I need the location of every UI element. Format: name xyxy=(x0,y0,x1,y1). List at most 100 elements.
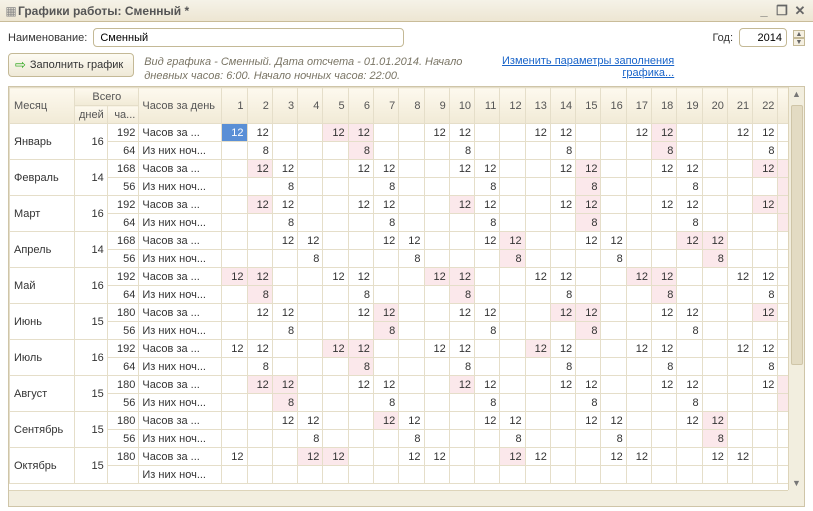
night-cell[interactable] xyxy=(475,430,500,448)
night-cell[interactable]: 8 xyxy=(298,430,323,448)
hours-cell[interactable] xyxy=(298,268,323,286)
night-cell[interactable] xyxy=(222,142,247,160)
night-cell[interactable] xyxy=(449,178,474,196)
hours-cell[interactable] xyxy=(298,340,323,358)
table-row[interactable]: 56Из них ноч...88888 xyxy=(10,430,804,448)
hours-cell[interactable]: 12 xyxy=(702,448,727,466)
hours-cell[interactable]: 12 xyxy=(601,232,626,250)
night-cell[interactable] xyxy=(500,466,525,484)
hours-cell[interactable]: 12 xyxy=(576,160,601,178)
hours-cell[interactable]: 12 xyxy=(753,376,778,394)
col-hours-per-day[interactable]: Часов за день xyxy=(139,88,222,124)
night-cell[interactable] xyxy=(222,286,247,304)
night-cell[interactable]: 8 xyxy=(373,394,398,412)
hours-cell[interactable] xyxy=(727,376,752,394)
hours-cell[interactable]: 12 xyxy=(247,160,272,178)
night-cell[interactable] xyxy=(652,178,677,196)
hours-cell[interactable]: 12 xyxy=(247,268,272,286)
night-cell[interactable] xyxy=(652,430,677,448)
hours-cell[interactable] xyxy=(500,340,525,358)
hours-cell[interactable] xyxy=(652,232,677,250)
night-cell[interactable]: 8 xyxy=(601,250,626,268)
hours-cell[interactable]: 12 xyxy=(550,196,575,214)
table-row[interactable]: 56Из них ноч...888888 xyxy=(10,394,804,412)
hours-cell[interactable]: 12 xyxy=(424,124,449,142)
hours-cell[interactable] xyxy=(399,196,424,214)
hours-cell[interactable] xyxy=(727,196,752,214)
hours-cell[interactable] xyxy=(222,196,247,214)
night-cell[interactable] xyxy=(298,466,323,484)
night-cell[interactable]: 8 xyxy=(576,214,601,232)
hours-cell[interactable]: 12 xyxy=(626,268,651,286)
night-cell[interactable]: 8 xyxy=(272,322,297,340)
hours-cell[interactable]: 12 xyxy=(373,412,398,430)
night-cell[interactable] xyxy=(247,466,272,484)
night-cell[interactable] xyxy=(601,358,626,376)
table-row[interactable]: 64Из них ноч...888888 xyxy=(10,214,804,232)
hours-cell[interactable]: 12 xyxy=(652,340,677,358)
hours-cell[interactable] xyxy=(323,196,348,214)
hours-cell[interactable] xyxy=(424,232,449,250)
hours-cell[interactable]: 12 xyxy=(348,304,373,322)
night-cell[interactable] xyxy=(222,358,247,376)
night-cell[interactable] xyxy=(702,214,727,232)
spinner-down-icon[interactable]: ▼ xyxy=(793,38,805,46)
hours-cell[interactable] xyxy=(222,160,247,178)
night-cell[interactable]: 8 xyxy=(475,214,500,232)
hours-cell[interactable] xyxy=(550,412,575,430)
hours-cell[interactable] xyxy=(222,232,247,250)
night-cell[interactable] xyxy=(626,466,651,484)
hours-cell[interactable] xyxy=(727,412,752,430)
night-cell[interactable] xyxy=(500,178,525,196)
night-cell[interactable] xyxy=(247,250,272,268)
night-cell[interactable]: 8 xyxy=(373,214,398,232)
hours-cell[interactable]: 12 xyxy=(348,268,373,286)
night-cell[interactable] xyxy=(323,466,348,484)
night-cell[interactable] xyxy=(222,466,247,484)
night-cell[interactable]: 8 xyxy=(500,250,525,268)
night-cell[interactable] xyxy=(247,178,272,196)
hours-cell[interactable] xyxy=(323,232,348,250)
night-cell[interactable]: 8 xyxy=(272,178,297,196)
night-cell[interactable] xyxy=(626,286,651,304)
night-cell[interactable] xyxy=(525,286,550,304)
night-cell[interactable] xyxy=(272,142,297,160)
hours-cell[interactable]: 12 xyxy=(399,412,424,430)
hours-cell[interactable]: 12 xyxy=(753,340,778,358)
hours-cell[interactable]: 12 xyxy=(677,304,702,322)
hours-cell[interactable] xyxy=(348,412,373,430)
hours-cell[interactable]: 12 xyxy=(652,196,677,214)
hours-cell[interactable]: 12 xyxy=(373,196,398,214)
hours-cell[interactable]: 12 xyxy=(475,376,500,394)
hours-cell[interactable] xyxy=(298,304,323,322)
night-cell[interactable]: 8 xyxy=(550,358,575,376)
night-cell[interactable]: 8 xyxy=(247,142,272,160)
hours-cell[interactable] xyxy=(525,376,550,394)
table-row[interactable]: 64Из них ноч...888888 xyxy=(10,286,804,304)
hours-cell[interactable]: 12 xyxy=(576,376,601,394)
night-cell[interactable] xyxy=(727,466,752,484)
night-cell[interactable] xyxy=(449,430,474,448)
night-cell[interactable]: 8 xyxy=(652,142,677,160)
night-cell[interactable] xyxy=(323,142,348,160)
hours-cell[interactable] xyxy=(652,412,677,430)
night-cell[interactable] xyxy=(348,178,373,196)
night-cell[interactable] xyxy=(323,358,348,376)
vertical-scrollbar[interactable]: ▲ ▼ xyxy=(788,87,804,490)
hours-cell[interactable] xyxy=(272,268,297,286)
hours-cell[interactable] xyxy=(247,232,272,250)
night-cell[interactable]: 8 xyxy=(449,358,474,376)
night-cell[interactable] xyxy=(222,430,247,448)
hours-cell[interactable]: 12 xyxy=(272,196,297,214)
col-day-10[interactable]: 10 xyxy=(449,88,474,124)
hours-cell[interactable] xyxy=(753,412,778,430)
minimize-button[interactable]: _ xyxy=(755,3,773,18)
night-cell[interactable] xyxy=(753,178,778,196)
hours-cell[interactable]: 12 xyxy=(652,376,677,394)
col-day-16[interactable]: 16 xyxy=(601,88,626,124)
hours-cell[interactable]: 12 xyxy=(652,160,677,178)
hours-cell[interactable] xyxy=(677,448,702,466)
night-cell[interactable] xyxy=(449,322,474,340)
night-cell[interactable] xyxy=(399,214,424,232)
hours-cell[interactable]: 12 xyxy=(373,160,398,178)
